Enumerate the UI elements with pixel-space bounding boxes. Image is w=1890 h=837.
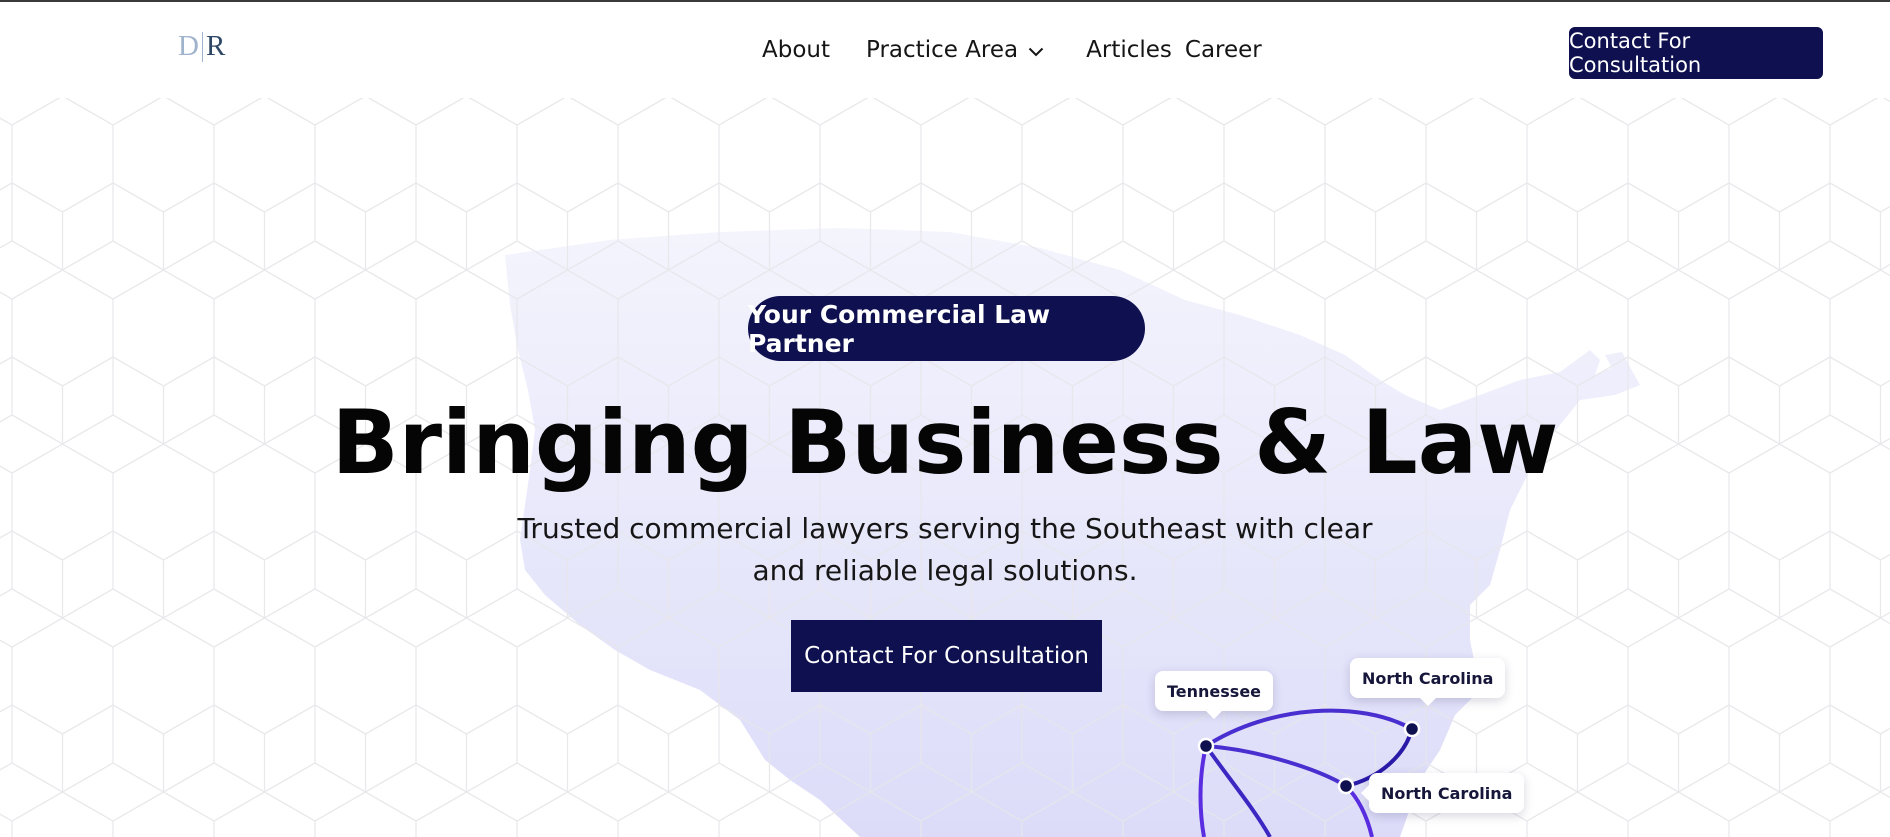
hero-subtitle: Trusted commercial lawyers serving the S… — [495, 508, 1395, 592]
logo-divider — [201, 31, 203, 62]
route-tn-nc-side — [1205, 744, 1348, 788]
nav-career[interactable]: Career — [1185, 37, 1262, 63]
map-label-tennessee: Tennessee — [1155, 671, 1274, 719]
chevron-down-icon — [1028, 37, 1044, 63]
route-tn-nc-top — [1204, 708, 1413, 748]
hero-subtitle-line-2: and reliable legal solutions. — [752, 554, 1138, 587]
nav-practice-area[interactable]: Practice Area — [866, 37, 1044, 63]
site-header: D R About Practice Area Articles Career … — [0, 2, 1890, 98]
main-navigation: About Practice Area Articles Career — [762, 37, 1262, 63]
nav-about[interactable]: About — [762, 37, 830, 63]
hero-contact-button[interactable]: Contact For Consultation — [791, 620, 1102, 692]
hero-subtitle-line-1: Trusted commercial lawyers serving the S… — [517, 512, 1373, 545]
hero-title: Bringing Business & Law — [331, 391, 1559, 494]
map-label-north-carolina-side: North Carolina — [1360, 773, 1525, 813]
node-tennessee — [1197, 737, 1215, 755]
logo-letter-r: R — [205, 30, 226, 62]
route-tn-south-1 — [1198, 745, 1208, 837]
firm-logo[interactable]: D R — [178, 30, 225, 63]
node-north-carolina-side — [1337, 777, 1355, 795]
nav-practice-area-label: Practice Area — [866, 37, 1019, 63]
header-contact-button[interactable]: Contact For Consultation — [1569, 27, 1823, 79]
logo-letter-d: D — [178, 30, 199, 62]
nav-articles[interactable]: Articles — [1086, 37, 1172, 63]
route-tn-south-2 — [1204, 744, 1272, 837]
hero-badge: Your Commercial Law Partner — [748, 296, 1145, 361]
node-north-carolina-top — [1403, 720, 1421, 738]
map-label-north-carolina-top: North Carolina — [1350, 658, 1506, 706]
